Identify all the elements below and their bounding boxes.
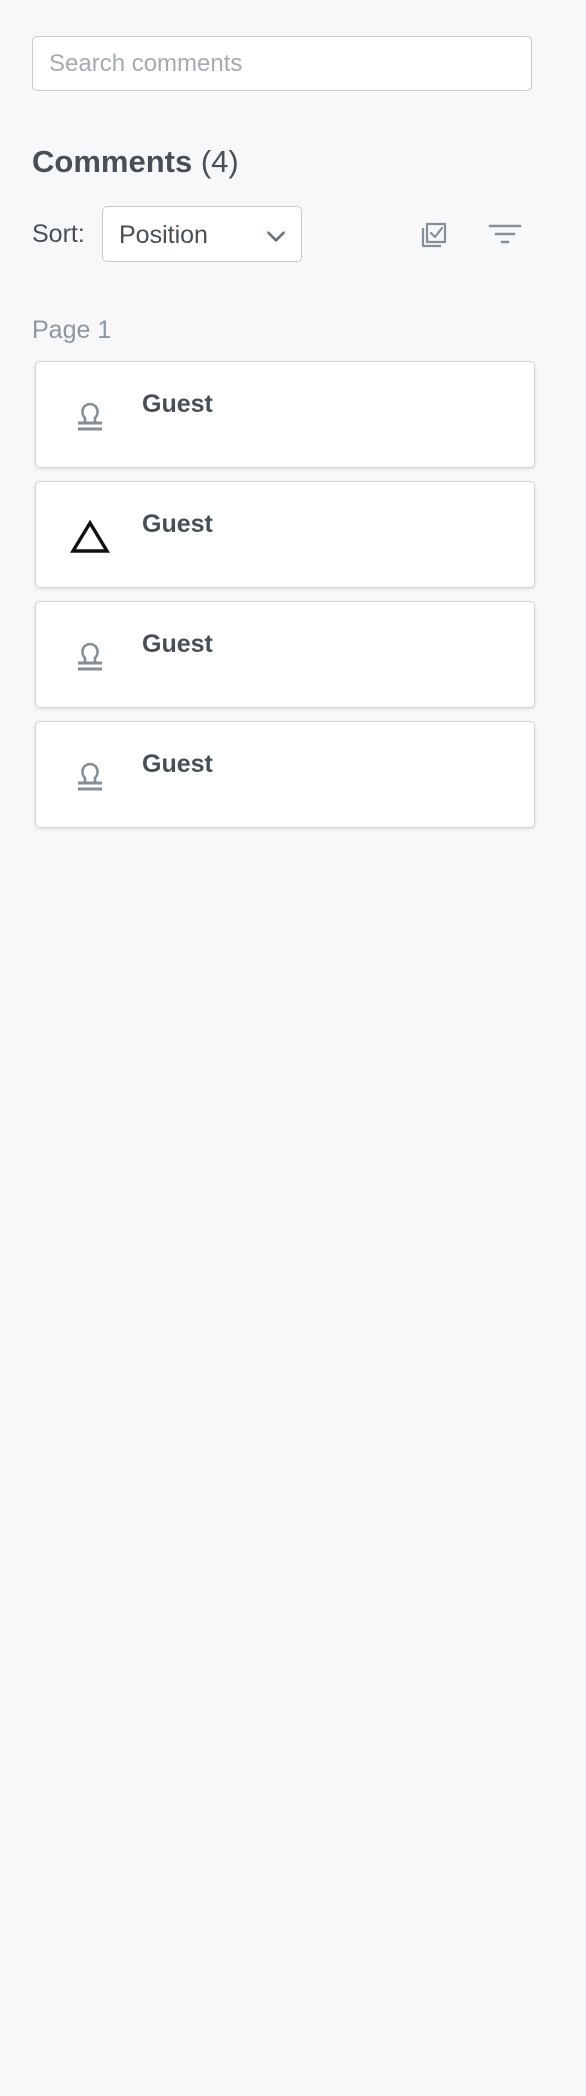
triangle-icon	[66, 512, 114, 560]
comments-heading: Comments (4)	[32, 142, 239, 182]
filter-icon	[488, 224, 522, 244]
comment-author: Guest	[142, 510, 213, 538]
page-label: Page 1	[32, 316, 112, 344]
comment-author: Guest	[142, 390, 213, 418]
comment-author: Guest	[142, 630, 213, 658]
chevron-down-icon	[267, 231, 285, 242]
stamp-icon	[66, 752, 114, 800]
comments-count: (4)	[200, 144, 239, 179]
sort-dropdown[interactable]: Position	[102, 206, 302, 262]
comment-author: Guest	[142, 750, 213, 778]
sort-label: Sort:	[32, 220, 85, 248]
multi-select-icon	[421, 222, 447, 248]
filter-button[interactable]	[483, 212, 527, 256]
comment-item[interactable]: Guest	[35, 721, 535, 828]
stamp-icon	[66, 392, 114, 440]
comment-item[interactable]: Guest	[35, 601, 535, 708]
comments-title: Comments	[32, 144, 193, 179]
search-input[interactable]	[33, 37, 531, 90]
comment-item[interactable]: Guest	[35, 361, 535, 468]
sort-selected-value: Position	[119, 221, 208, 249]
search-comments-field[interactable]	[32, 36, 532, 91]
stamp-icon	[66, 632, 114, 680]
comment-item[interactable]: Guest	[35, 481, 535, 588]
multi-select-button[interactable]	[412, 212, 456, 256]
